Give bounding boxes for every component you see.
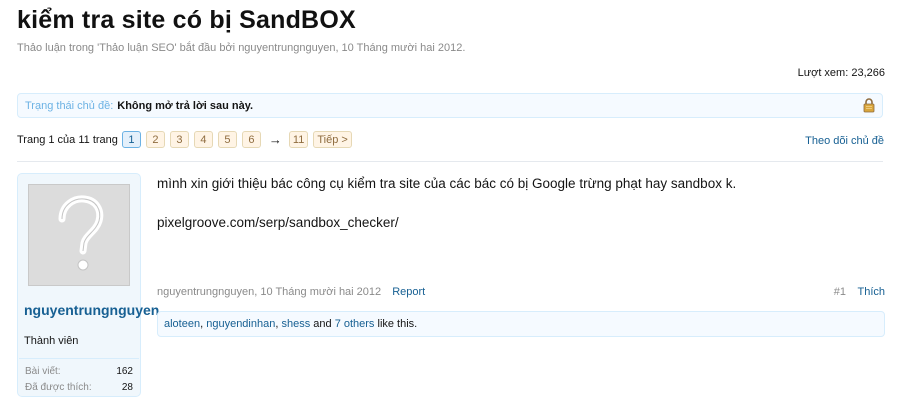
avatar[interactable] xyxy=(28,184,130,286)
post-footer: nguyentrungnguyen, 10 Tháng mười hai 201… xyxy=(157,286,425,298)
user-info-block: nguyentrungnguyen Thành viên Bài viết: 1… xyxy=(17,173,159,397)
meta-prefix: Thảo luận trong ' xyxy=(17,42,100,54)
page-3-button[interactable]: 3 xyxy=(169,131,189,148)
likes-received-label: Đã được thích: xyxy=(25,382,92,393)
lock-icon xyxy=(863,98,875,113)
post-message-url: pixelgroove.com/serp/sandbox_checker/ xyxy=(157,215,399,230)
thread-meta: Thảo luận trong 'Thảo luận SEO' bắt đầu … xyxy=(17,42,465,54)
view-count: Lượt xem: 23,266 xyxy=(798,67,885,79)
meta-date: , 10 Tháng mười hai 2012. xyxy=(335,42,466,54)
report-link[interactable]: Report xyxy=(392,286,425,298)
status-value: Không mở trả lời sau này. xyxy=(117,99,254,112)
likes-received-value: 28 xyxy=(121,382,133,393)
and-text: and xyxy=(310,318,335,330)
page-5-button[interactable]: 5 xyxy=(217,131,237,148)
page-6-button[interactable]: 6 xyxy=(241,131,261,148)
views-value: 23,266 xyxy=(851,67,885,79)
pagination: Trang 1 của 11 trang 1 2 3 4 5 6 → 11 Ti… xyxy=(17,131,357,148)
post-message-line: mình xin giới thiệu bác công cụ kiểm tra… xyxy=(157,176,737,191)
stat-likes: Đã được thích: 28 xyxy=(19,380,139,396)
next-page-button[interactable]: Tiếp > xyxy=(313,131,352,148)
page-info: Trang 1 của 11 trang xyxy=(17,133,118,146)
follow-thread-link[interactable]: Theo dõi chủ đề xyxy=(805,135,884,147)
liker-link[interactable]: nguyendinhan xyxy=(206,318,275,330)
username-link[interactable]: nguyentrungnguyen xyxy=(24,302,159,318)
status-label: Trạng thái chủ đề: xyxy=(25,99,114,112)
thread-status-bar: Trạng thái chủ đề: Không mở trả lời sau … xyxy=(17,93,883,118)
thread-title: kiểm tra site có bị SandBOX xyxy=(17,6,356,34)
page-2-button[interactable]: 2 xyxy=(145,131,165,148)
forum-link[interactable]: Thảo luận SEO xyxy=(99,42,174,54)
user-stats: Bài viết: 162 Đã được thích: 28 xyxy=(19,358,139,396)
like-suffix: like this. xyxy=(374,318,418,330)
likes-summary: aloteen, nguyendinhan, shess and 7 other… xyxy=(157,311,885,337)
default-avatar-icon xyxy=(58,195,104,271)
user-title: Thành viên xyxy=(24,335,79,347)
posts-value: 162 xyxy=(116,366,133,377)
author-link[interactable]: nguyentrungnguyen xyxy=(238,42,335,54)
liker-link[interactable]: aloteen xyxy=(164,318,200,330)
meta-middle: ' bắt đầu bởi xyxy=(174,42,239,54)
page-4-button[interactable]: 4 xyxy=(193,131,213,148)
arrow-right-icon: → xyxy=(268,132,282,147)
page-1-button[interactable]: 1 xyxy=(121,131,141,148)
posts-label: Bài viết: xyxy=(25,366,61,377)
liker-link[interactable]: shess xyxy=(281,318,310,330)
others-link[interactable]: 7 others xyxy=(335,318,375,330)
post-author-date[interactable]: nguyentrungnguyen, 10 Tháng mười hai 201… xyxy=(157,286,381,298)
post-number-link[interactable]: #1 xyxy=(834,286,846,298)
like-button[interactable]: Thích xyxy=(857,286,885,298)
views-label: Lượt xem: xyxy=(797,67,849,79)
page-last-button[interactable]: 11 xyxy=(288,131,309,148)
stat-posts: Bài viết: 162 xyxy=(19,364,139,380)
divider xyxy=(17,161,883,162)
